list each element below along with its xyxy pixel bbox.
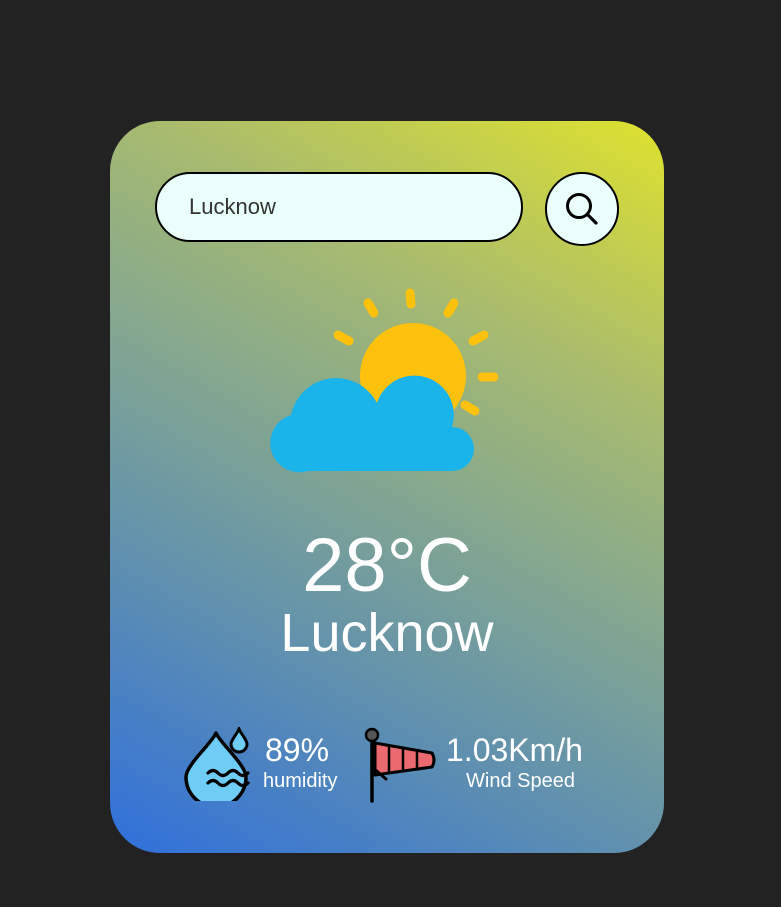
humidity-value: 89% [265,732,330,768]
humidity-icon [184,727,250,801]
wind-speed-value: 1.03Km/h [446,732,583,768]
city-search-input[interactable] [155,172,523,242]
temperature-display: 28°C [302,523,472,608]
city-name: Lucknow [280,603,494,663]
search-button[interactable] [545,172,619,246]
partly-cloudy-icon [270,288,499,473]
humidity-label: humidity [263,770,338,792]
windsock-icon [364,727,436,803]
humidity-stat: 89% humidity [182,727,352,807]
wind-speed-label: Wind Speed [466,770,575,792]
weather-card: 28°C Lucknow 89% humidity 1.03Km/h Wind … [110,121,664,853]
search-icon [566,193,598,225]
wind-speed-stat: 1.03Km/h Wind Speed [362,727,612,807]
